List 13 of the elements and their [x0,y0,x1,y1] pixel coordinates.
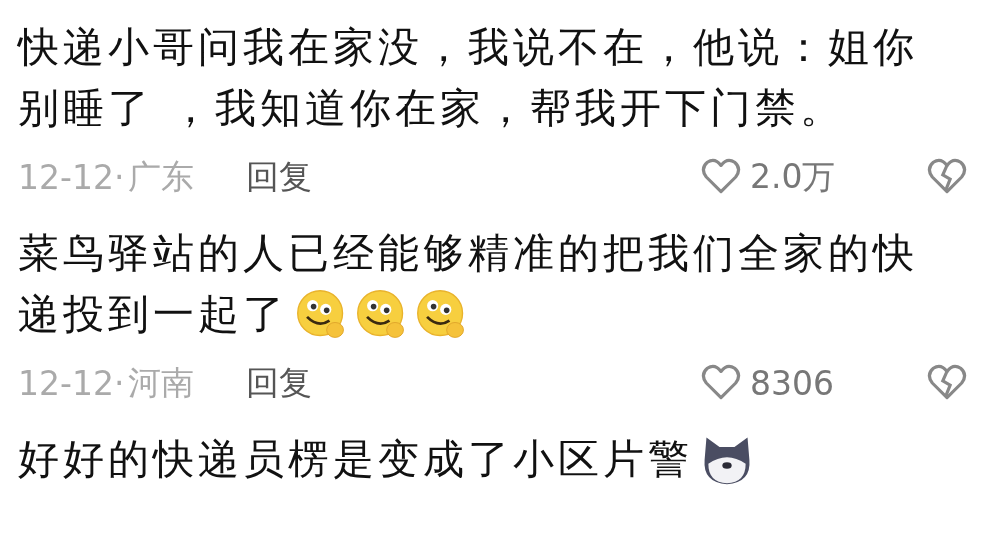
comment-text: 快递小哥问我在家没，我说不在，他说：姐你 [18,22,918,73]
comment-text: 好好的快递员楞是变成了小区片警 [18,434,693,485]
comment-text: 菜鸟驿站的人已经能够精准的把我们全家的快 [18,228,918,279]
like-count: 8306 [750,363,835,403]
comment-date: 12-12· [18,363,125,403]
reply-button[interactable]: 回复 [246,360,313,406]
comment-location: 河南 [128,361,195,404]
comment-location: 广东 [128,155,195,198]
comment-text: 递投到一起了 [18,289,288,340]
comment-text: 别睡了 ，我知道你在家，帮我开下门禁。 [18,83,846,134]
like-count: 2.0万 [750,155,837,198]
comment-date: 12-12· [18,157,125,197]
reply-button[interactable]: 回复 [246,154,313,200]
